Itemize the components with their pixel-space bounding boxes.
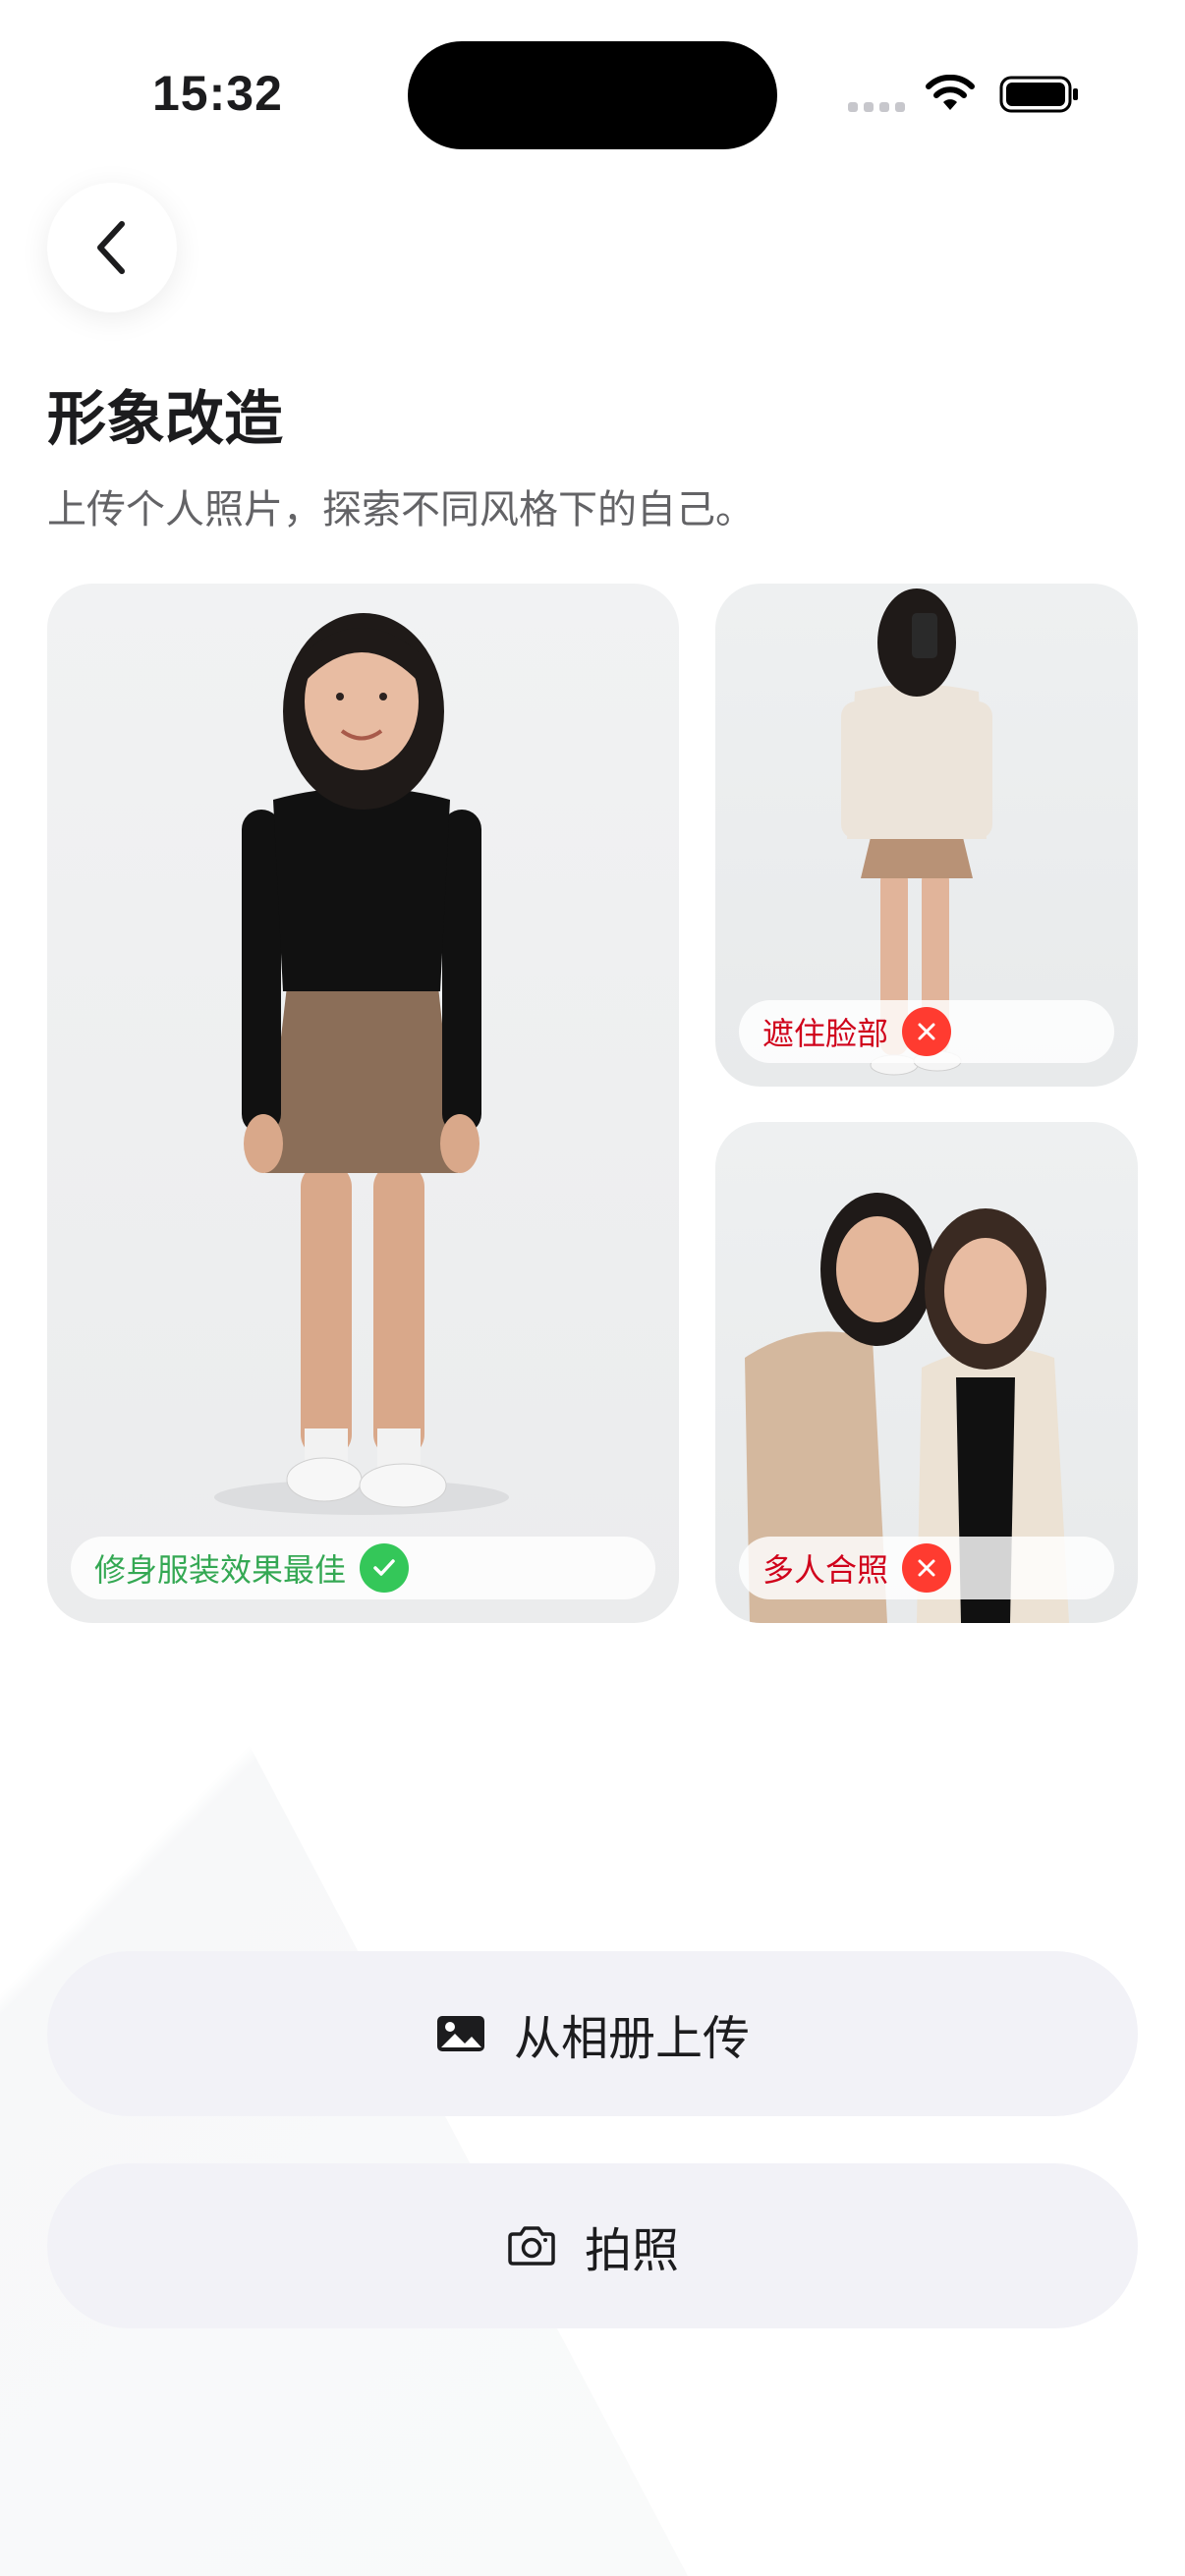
page-title: 形象改造 [47, 385, 283, 454]
take-photo-button[interactable]: 拍照 [47, 2163, 1138, 2328]
back-button[interactable] [47, 183, 177, 312]
upload-from-album-button[interactable]: 从相册上传 [47, 1951, 1138, 2116]
cellular-signal-icon [848, 102, 905, 112]
full-body-person-illustration [214, 613, 509, 1515]
status-time: 15:32 [152, 66, 283, 121]
camera-button-label: 拍照 [584, 2223, 679, 2278]
example-label-text: 修身服装效果最佳 [94, 1551, 347, 1589]
wifi-icon [926, 75, 975, 110]
example-label-text: 多人合照 [762, 1551, 889, 1589]
example-label-text: 遮住脸部 [762, 1015, 889, 1052]
chevron-left-icon [97, 221, 125, 274]
photo-icon [436, 2016, 484, 2051]
cross-icon [902, 1007, 952, 1056]
dynamic-island [408, 41, 777, 149]
example-label-good: 修身服装效果最佳 [71, 1537, 655, 1599]
cross-icon [902, 1543, 952, 1593]
example-photo-group: 多人合照 [715, 1122, 1138, 1623]
upload-button-label: 从相册上传 [513, 2011, 750, 2066]
page-subtitle: 上传个人照片，探索不同风格下的自己。 [47, 487, 755, 532]
checkmark-icon [360, 1543, 410, 1593]
example-label-bad: 遮住脸部 [739, 1000, 1114, 1063]
camera-icon [508, 2226, 555, 2266]
example-photo-face-covered: 遮住脸部 [715, 584, 1138, 1087]
battery-icon [999, 76, 1078, 113]
example-label-bad: 多人合照 [739, 1537, 1114, 1599]
example-photo-fitted-clothing: 修身服装效果最佳 [47, 584, 679, 1623]
